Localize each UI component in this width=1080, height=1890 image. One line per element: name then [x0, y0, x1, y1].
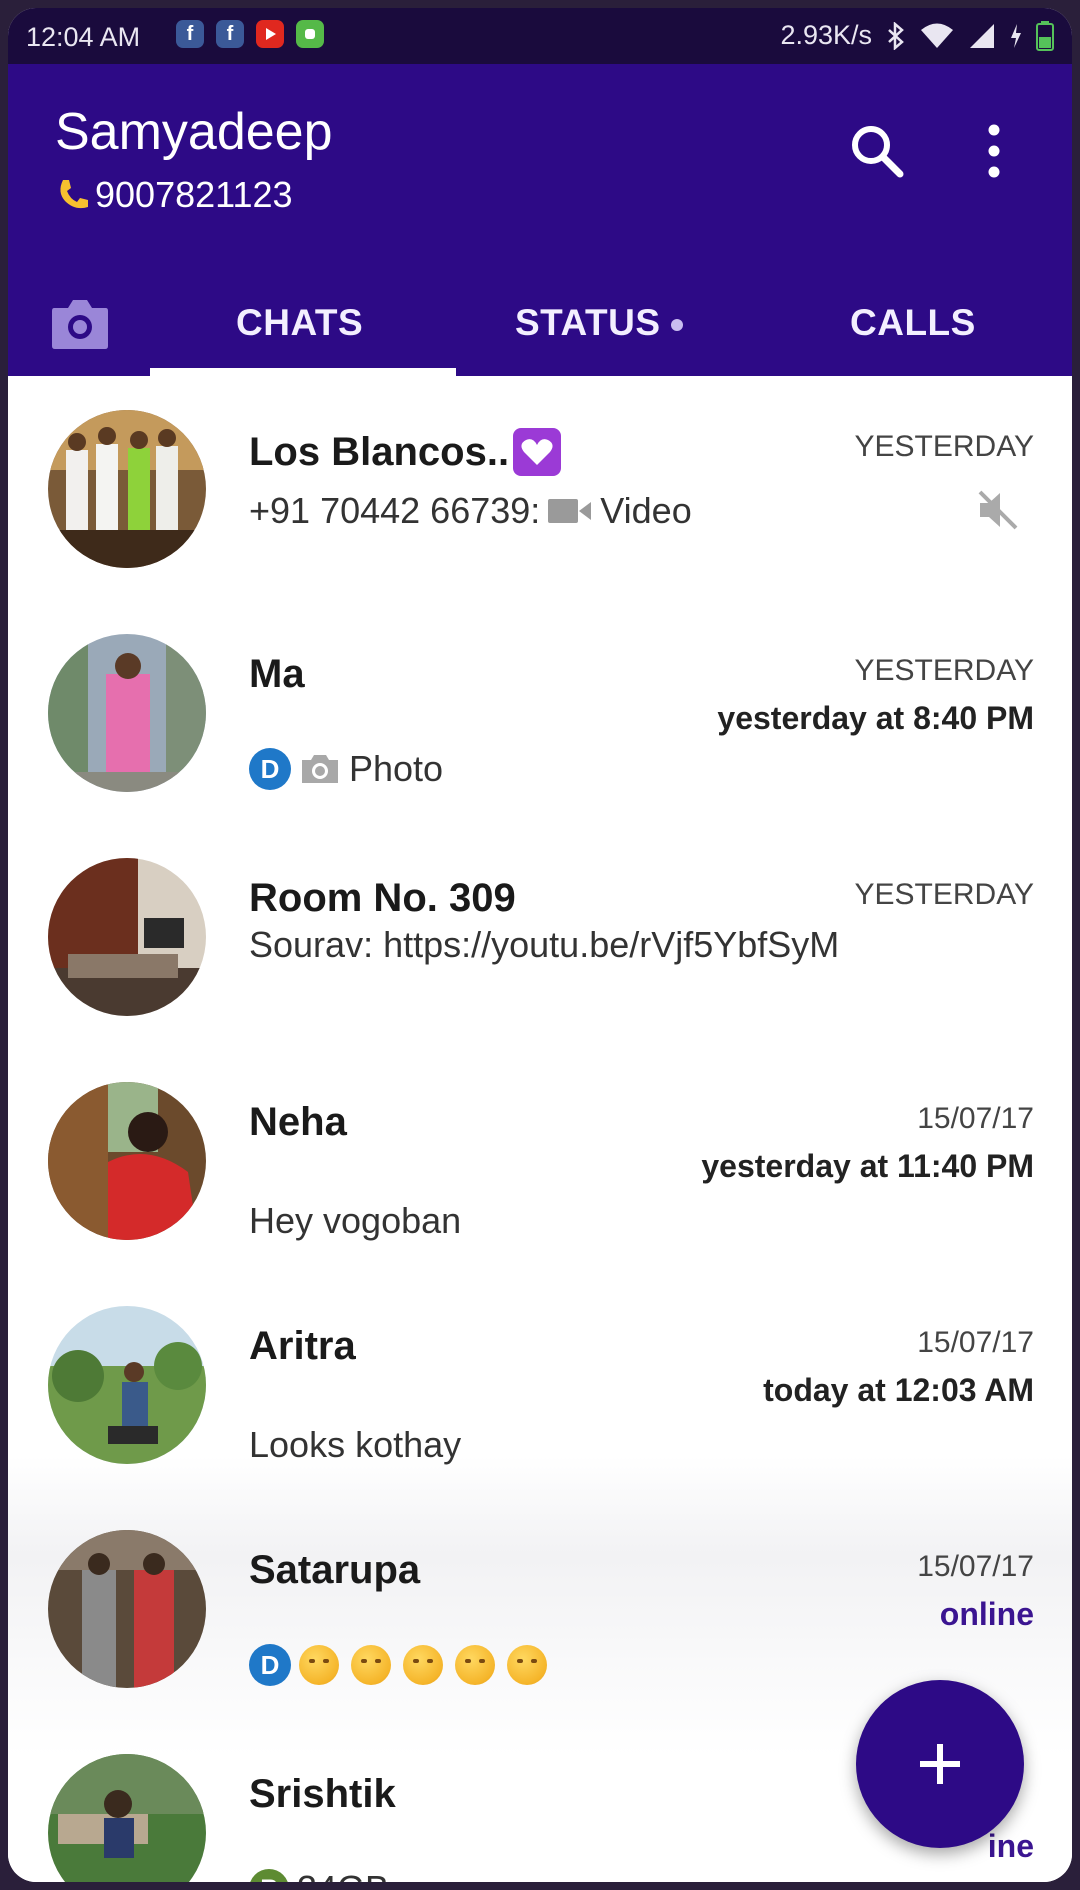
facebook-icon: f [176, 20, 204, 48]
chat-preview: Hey vogoban [249, 1200, 462, 1241]
chat-preview: Sourav: https://youtu.be/rVjf5YbfSyM [249, 924, 840, 965]
active-tab-indicator [150, 368, 456, 376]
avatar [48, 634, 206, 792]
chat-date: YESTERDAY [854, 878, 1035, 911]
emoji-icon [403, 1645, 443, 1685]
r-badge-icon: R [249, 1869, 289, 1882]
new-chat-button[interactable] [856, 1680, 1024, 1848]
chat-preview: D Photo [249, 748, 443, 790]
chat-name: Satarupa [249, 1548, 421, 1592]
battery-icon [1036, 20, 1054, 51]
chat-date: 15/07/17 [917, 1102, 1034, 1135]
profile-name: Samyadeep [55, 103, 333, 161]
status-indicators: 2.93K/s [780, 20, 1054, 51]
camera-icon [302, 755, 338, 783]
emoji-icon [351, 1645, 391, 1685]
avatar [48, 1306, 206, 1464]
camera-tab-icon[interactable] [48, 294, 112, 354]
more-options-button[interactable] [976, 118, 1012, 184]
chat-preview: R 34GB [249, 1868, 389, 1882]
d-badge-icon: D [249, 748, 291, 790]
chat-date: 15/07/17 [917, 1326, 1034, 1359]
chat-date: YESTERDAY [854, 654, 1035, 687]
emoji-icon [507, 1645, 547, 1685]
avatar [48, 1530, 206, 1688]
avatar [48, 858, 206, 1016]
status-update-dot [670, 319, 683, 332]
search-button[interactable] [844, 118, 910, 184]
last-seen: yesterday at 11:40 PM [701, 1148, 1034, 1184]
heart-icon [513, 428, 562, 476]
avatar [48, 410, 206, 568]
chat-name: Neha [249, 1100, 347, 1144]
tab-bar: CHATS STATUS CALLS [8, 272, 1072, 376]
phone-icon [60, 180, 88, 209]
chat-row-neha[interactable]: Neha 15/07/17 yesterday at 11:40 PM Hey … [8, 1048, 1072, 1272]
chat-list: Los Blancos.. YESTERDAY +91 70442 66739:… [8, 376, 1072, 1882]
chat-row-aritra[interactable]: Aritra 15/07/17 today at 12:03 AM Looks … [8, 1272, 1072, 1496]
app-bar: Samyadeep 9007821123 CHATS STATUS CALLS [8, 64, 1072, 376]
avatar [48, 1082, 206, 1240]
chat-preview: +91 70442 66739: Video [249, 490, 692, 531]
facebook-icon: f [216, 20, 244, 48]
tab-status[interactable]: STATUS [515, 302, 683, 344]
bluetooth-icon [888, 21, 904, 50]
tab-calls[interactable]: CALLS [850, 302, 976, 344]
notification-icons: f f [176, 20, 324, 48]
online-status: ine [987, 1828, 1034, 1864]
last-seen: today at 12:03 AM [763, 1372, 1034, 1408]
avatar [48, 1754, 206, 1882]
d-badge-icon: D [249, 1644, 291, 1686]
youtube-icon [256, 20, 284, 48]
emoji-icon [299, 1645, 339, 1685]
charging-icon [1011, 23, 1021, 48]
muted-icon [978, 490, 1018, 530]
wifi-icon [921, 23, 953, 48]
chat-preview: D [249, 1644, 551, 1686]
tab-chats[interactable]: CHATS [236, 302, 363, 344]
status-time: 12:04 AM [26, 22, 141, 52]
phone-number: 9007821123 [95, 174, 293, 215]
chat-name: Los Blancos.. [249, 428, 562, 476]
network-speed: 2.93K/s [780, 20, 872, 50]
online-status: online [939, 1596, 1034, 1632]
chat-date: 15/07/17 [917, 1550, 1034, 1583]
chat-row-room-309[interactable]: Room No. 309 YESTERDAY Sourav: https://y… [8, 824, 1072, 1048]
chat-row-ma[interactable]: Ma YESTERDAY yesterday at 8:40 PM D Phot… [8, 600, 1072, 824]
app-icon [296, 20, 324, 48]
chat-date: YESTERDAY [854, 430, 1035, 463]
chat-preview: Looks kothay [249, 1424, 462, 1465]
chat-name: Srishtik [249, 1772, 396, 1816]
video-icon [548, 499, 592, 523]
chat-name: Room No. 309 [249, 876, 516, 920]
emoji-icon [455, 1645, 495, 1685]
plus-icon [920, 1744, 960, 1784]
chat-name: Aritra [249, 1324, 356, 1368]
status-bar: 12:04 AM f f 2.93K/s [8, 8, 1072, 64]
chat-row-los-blancos[interactable]: Los Blancos.. YESTERDAY +91 70442 66739:… [8, 376, 1072, 600]
phone-screen: 12:04 AM f f 2.93K/s Samyadeep 900782112… [8, 8, 1072, 1882]
chat-name: Ma [249, 652, 305, 696]
profile-phone: 9007821123 [55, 174, 293, 216]
last-seen: yesterday at 8:40 PM [717, 700, 1034, 736]
tab-status-label: STATUS [515, 302, 661, 343]
signal-icon [970, 23, 994, 48]
